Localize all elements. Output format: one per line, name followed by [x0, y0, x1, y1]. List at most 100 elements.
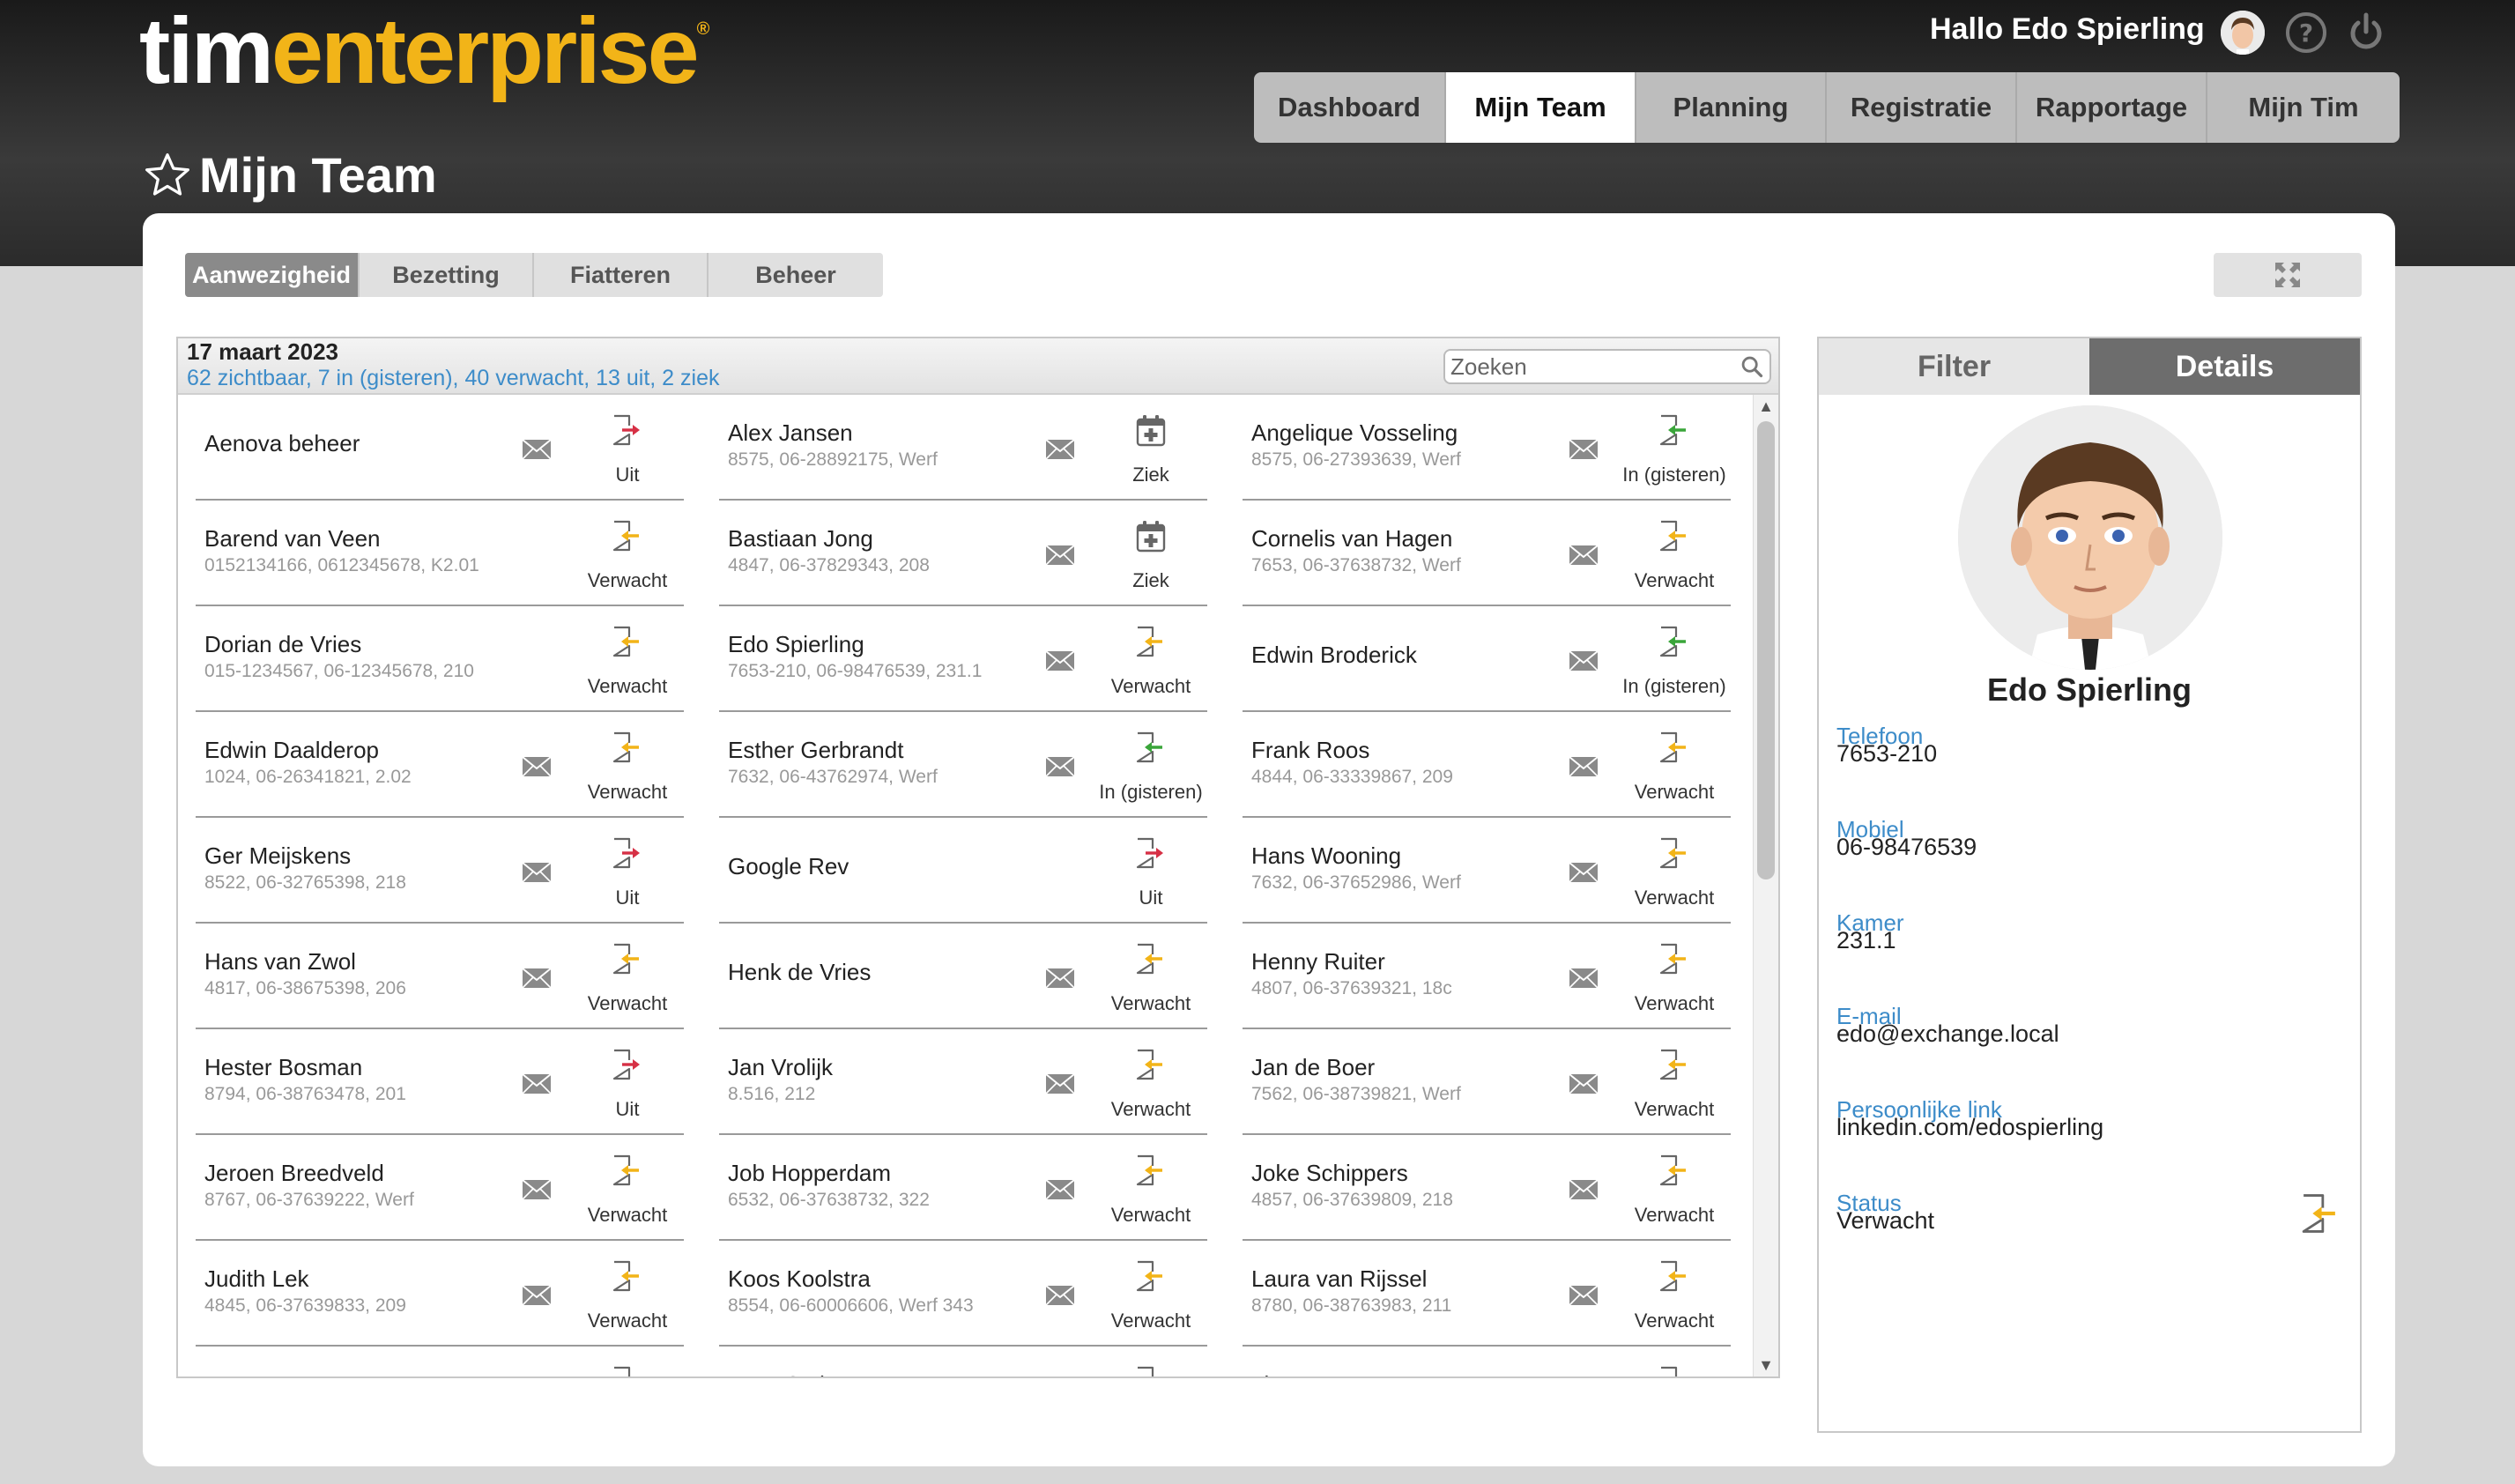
status-indicator[interactable]: In (gisteren) — [1098, 731, 1204, 803]
status-indicator[interactable]: Verwacht — [1098, 1260, 1204, 1332]
person-card[interactable]: Alex Jansen 8575, 06-28892175, Werf Ziek — [719, 395, 1207, 501]
person-card[interactable]: Job Hopperdam 6532, 06-37638732, 322 Verwa… — [719, 1135, 1207, 1241]
status-indicator[interactable]: Verwacht — [575, 943, 680, 1014]
tab-details[interactable]: Details — [2089, 338, 2360, 395]
mail-icon[interactable] — [1569, 649, 1599, 673]
mail-icon[interactable] — [1045, 649, 1075, 673]
star-icon[interactable] — [143, 151, 192, 200]
tab-aanwezigheid[interactable]: Aanwezigheid — [185, 253, 360, 297]
mail-icon[interactable] — [522, 966, 552, 991]
status-indicator[interactable]: Verwacht — [1098, 943, 1204, 1014]
status-indicator[interactable]: Verwacht — [575, 1260, 680, 1332]
scrollbar-thumb[interactable] — [1757, 421, 1775, 879]
avatar-icon[interactable] — [2221, 11, 2265, 55]
person-card[interactable]: Cornelis van Hagen 7653, 06-37638732, Wer… — [1243, 501, 1731, 606]
mail-icon[interactable] — [522, 1072, 552, 1096]
status-indicator[interactable]: Uit — [1098, 837, 1204, 909]
status-indicator[interactable]: In (gisteren) — [1621, 626, 1727, 697]
person-card[interactable]: Hans van Zwol 4817, 06-38675398, 206 Verwa… — [196, 924, 684, 1029]
person-card[interactable]: Koos Koolstra 8554, 06-60006606, Werf 343… — [719, 1241, 1207, 1347]
status-indicator[interactable]: Uit — [575, 1049, 680, 1120]
status-indicator[interactable]: Verwacht — [1621, 1049, 1727, 1120]
mail-icon[interactable] — [1569, 437, 1599, 462]
status-indicator[interactable]: Verwacht — [1621, 1366, 1727, 1376]
status-indicator[interactable]: Verwacht — [1621, 837, 1727, 909]
tab-beheer[interactable]: Beheer — [709, 253, 883, 297]
mail-icon[interactable] — [522, 860, 552, 885]
scroll-up-arrow-icon[interactable]: ▲ — [1754, 395, 1778, 418]
person-card[interactable]: Aenova beheer Uit — [196, 395, 684, 501]
status-indicator[interactable]: Verwacht — [1621, 943, 1727, 1014]
person-card[interactable]: Leen GoossenUit — [196, 1347, 684, 1376]
mail-icon[interactable] — [522, 754, 552, 779]
mail-icon[interactable] — [1045, 754, 1075, 779]
mail-icon[interactable] — [1045, 437, 1075, 462]
status-indicator[interactable]: Verwacht — [1098, 1049, 1204, 1120]
status-indicator[interactable]: Ziek — [1098, 414, 1204, 486]
roster-scrollbar[interactable]: ▲ ▼ — [1753, 395, 1778, 1376]
help-icon[interactable]: ? — [2284, 11, 2328, 55]
person-card[interactable]: Lianne van Boog4.807/9, 10Verwacht — [1243, 1347, 1731, 1376]
status-indicator[interactable]: Uit — [575, 1366, 680, 1376]
person-card[interactable]: Barend van Veen 0152134166, 0612345678, K… — [196, 501, 684, 606]
power-icon[interactable] — [2344, 11, 2388, 55]
mail-icon[interactable] — [1569, 966, 1599, 991]
person-card[interactable]: Dorian de Vries 015-1234567, 06-12345678,… — [196, 606, 684, 712]
mail-icon[interactable] — [1045, 1283, 1075, 1308]
mail-icon[interactable] — [1569, 1177, 1599, 1202]
person-card[interactable]: Esther Gerbrandt 7632, 06-43762974, Werf I… — [719, 712, 1207, 818]
person-card[interactable]: Leon Smits3763, 06-38763983, WerfVerwach… — [719, 1347, 1207, 1376]
tab-fiatteren[interactable]: Fiatteren — [534, 253, 709, 297]
mail-icon[interactable] — [1045, 543, 1075, 568]
status-indicator[interactable]: Verwacht — [575, 520, 680, 591]
person-card[interactable]: Ger Meijskens 8522, 06-32765398, 218 Uit — [196, 818, 684, 924]
nav-tab-registratie[interactable]: Registratie — [1827, 72, 2017, 143]
mail-icon[interactable] — [1569, 754, 1599, 779]
tab-bezetting[interactable]: Bezetting — [360, 253, 534, 297]
mail-icon[interactable] — [1045, 1072, 1075, 1096]
person-card[interactable]: Edwin Broderick In (gisteren) — [1243, 606, 1731, 712]
mail-icon[interactable] — [522, 1283, 552, 1308]
person-card[interactable]: Hans Wooning 7632, 06-37652986, Werf Verwa… — [1243, 818, 1731, 924]
nav-tab-planning[interactable]: Planning — [1636, 72, 1827, 143]
status-indicator[interactable]: Verwacht — [1098, 1366, 1204, 1376]
mail-icon[interactable] — [1045, 966, 1075, 991]
person-card[interactable]: Henny Ruiter 4807, 06-37639321, 18c Verwac… — [1243, 924, 1731, 1029]
app-logo[interactable]: timenterprise® — [139, 0, 709, 105]
status-indicator[interactable]: Verwacht — [1098, 626, 1204, 697]
person-card[interactable]: Frank Roos 4844, 06-33339867, 209 Verwacht — [1243, 712, 1731, 818]
person-card[interactable]: Jan Vrolijk 8.516, 212 Verwacht — [719, 1029, 1207, 1135]
nav-tab-dashboard[interactable]: Dashboard — [1254, 72, 1446, 143]
tab-filter[interactable]: Filter — [1819, 338, 2089, 395]
person-card[interactable]: Edwin Daalderop 1024, 06-26341821, 2.02 Ve… — [196, 712, 684, 818]
nav-tab-mijn-tim[interactable]: Mijn Tim — [2207, 72, 2400, 143]
mail-icon[interactable] — [1569, 1283, 1599, 1308]
person-card[interactable]: Joke Schippers 4857, 06-37639809, 218 Verw… — [1243, 1135, 1731, 1241]
nav-tab-rapportage[interactable]: Rapportage — [2017, 72, 2207, 143]
person-card[interactable]: Angelique Vosseling 8575, 06-27393639, We… — [1243, 395, 1731, 501]
status-indicator[interactable]: Verwacht — [1098, 1154, 1204, 1226]
person-card[interactable]: Google Rev Uit — [719, 818, 1207, 924]
person-card[interactable]: Bastiaan Jong 4847, 06-37829343, 208 Ziek — [719, 501, 1207, 606]
mail-icon[interactable] — [1569, 1072, 1599, 1096]
status-indicator[interactable]: Verwacht — [1621, 1260, 1727, 1332]
detail-value-e-mail[interactable]: edo@exchange.local — [1836, 1020, 2059, 1048]
person-card[interactable]: Jan de Boer 7562, 06-38739821, Werf Verwac… — [1243, 1029, 1731, 1135]
status-indicator[interactable]: Verwacht — [575, 731, 680, 803]
status-indicator[interactable]: Verwacht — [1621, 520, 1727, 591]
scroll-down-arrow-icon[interactable]: ▼ — [1754, 1354, 1778, 1376]
status-indicator[interactable]: In (gisteren) — [1621, 414, 1727, 486]
person-card[interactable]: Judith Lek 4845, 06-37639833, 209 Verwacht — [196, 1241, 684, 1347]
status-indicator[interactable]: Uit — [575, 837, 680, 909]
mail-icon[interactable] — [1569, 860, 1599, 885]
status-indicator[interactable]: Ziek — [1098, 520, 1204, 591]
status-indicator[interactable]: Verwacht — [1621, 1154, 1727, 1226]
person-card[interactable]: Edo Spierling 7653-210, 06-98476539, 231.… — [719, 606, 1207, 712]
mail-icon[interactable] — [522, 1177, 552, 1202]
status-indicator[interactable]: Verwacht — [575, 1154, 680, 1226]
search-icon[interactable] — [1740, 354, 1764, 379]
expand-button[interactable] — [2214, 253, 2362, 297]
person-card[interactable]: Jeroen Breedveld 8767, 06-37639222, Werf V… — [196, 1135, 684, 1241]
search-input[interactable] — [1445, 351, 1738, 382]
mail-icon[interactable] — [522, 437, 552, 462]
